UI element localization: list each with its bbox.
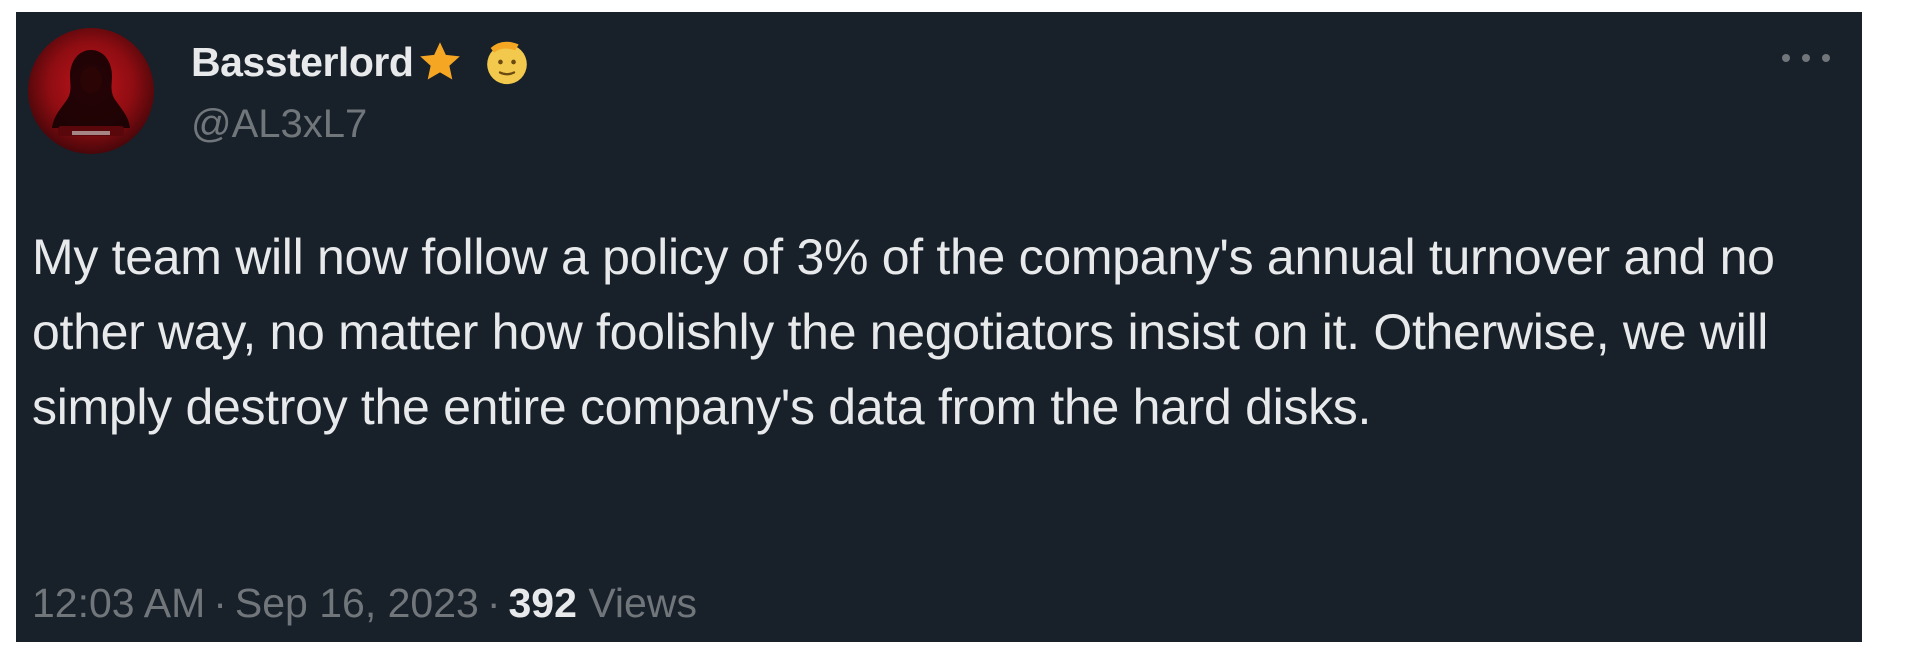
author-display-name[interactable]: Bassterlord	[191, 39, 414, 86]
tweet-time[interactable]: 12:03 AM	[32, 580, 205, 626]
views-label[interactable]: Views	[588, 580, 697, 626]
tweet-text: My team will now follow a policy of 3% o…	[32, 229, 1775, 435]
views-count[interactable]: 392	[509, 580, 577, 626]
author-handle[interactable]: @AL3xL7	[191, 102, 367, 147]
tweet-date[interactable]: Sep 16, 2023	[235, 580, 479, 626]
author-name-row: Bassterlord	[191, 32, 535, 92]
meta-separator: ·	[486, 580, 501, 626]
saluting-face-icon	[487, 41, 528, 85]
star-icon	[420, 42, 461, 80]
hooded-figure-icon	[52, 50, 130, 136]
tweet-metadata: 12:03 AM · Sep 16, 2023 · 392 Views	[32, 580, 697, 627]
avatar[interactable]	[28, 28, 154, 154]
meta-separator: ·	[213, 580, 227, 626]
tweet-card: Bassterlord @AL3xL7 My team will now fol…	[16, 12, 1862, 642]
more-options-icon[interactable]	[1778, 48, 1834, 68]
